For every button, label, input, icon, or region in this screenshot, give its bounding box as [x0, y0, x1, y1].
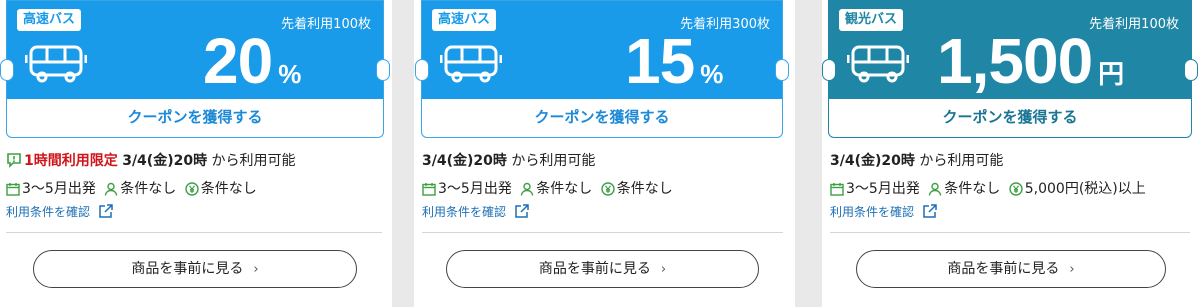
coupon-card-1: 高速バス 先着利用100枚 20% クーポンを獲得する 1時間利用限定 3/4(…	[0, 0, 392, 307]
get-coupon-button[interactable]: クーポンを獲得する	[422, 99, 782, 136]
ticket-notch-right	[775, 59, 789, 81]
calendar-icon	[830, 183, 844, 196]
person-condition: 条件なし	[536, 181, 593, 197]
bus-icon	[847, 45, 909, 83]
person-icon	[521, 182, 534, 196]
yen-icon	[601, 182, 615, 196]
category-tag: 高速バス	[17, 9, 82, 31]
availability-suffix: から利用可能	[919, 153, 1004, 169]
terms-link-label[interactable]: 利用条件を確認	[830, 205, 914, 219]
bus-icon	[440, 45, 502, 83]
view-product-button[interactable]: 商品を事前に見る ›	[446, 250, 759, 288]
discount-unit: %	[700, 59, 724, 89]
external-link-icon[interactable]	[98, 203, 114, 219]
external-link-icon[interactable]	[514, 203, 530, 219]
coupon-ticket: 観光バス 先着利用100枚 1,500 円 クーポンを獲得する	[828, 0, 1192, 138]
limited-label: 1時間利用限定	[24, 153, 118, 169]
availability-line: 1時間利用限定 3/4(金)20時 から利用可能	[6, 150, 296, 170]
person-icon	[929, 182, 942, 196]
discount-amount: 20%	[203, 29, 301, 93]
discount-unit: 円	[1098, 59, 1125, 89]
coupon-band: 高速バス 先着利用100枚 20%	[7, 1, 383, 99]
terms-link-label[interactable]: 利用条件を確認	[6, 205, 90, 219]
price-condition: 条件なし	[616, 181, 673, 197]
start-time: 3/4(金)20時	[122, 153, 208, 169]
calendar-icon	[6, 183, 20, 196]
discount-value: 20	[203, 25, 273, 97]
divider	[422, 232, 783, 233]
terms-link-label[interactable]: 利用条件を確認	[422, 205, 506, 219]
category-tag: 観光バス	[839, 9, 904, 31]
coupon-card-3: 観光バス 先着利用100枚 1,500 円 クーポンを獲得する 3/4(金)20時…	[822, 0, 1200, 307]
discount-amount: 15%	[625, 29, 723, 93]
departure-period: 3〜5月出発	[438, 181, 512, 197]
divider	[6, 232, 382, 233]
person-condition: 条件なし	[944, 181, 1001, 197]
chevron-right-icon: ›	[1069, 262, 1075, 277]
discount-value: 1,500	[937, 25, 1093, 97]
category-tag: 高速バス	[432, 9, 497, 31]
ticket-notch-left	[822, 59, 836, 81]
coupon-ticket: 高速バス 先着利用300枚 15% クーポンを獲得する	[421, 0, 783, 138]
price-condition: 5,000円(税込)以上	[1024, 181, 1146, 197]
alert-icon	[7, 153, 21, 168]
view-product-label: 商品を事前に見る	[538, 261, 651, 277]
coupon-band: 高速バス 先着利用300枚 15%	[422, 1, 782, 99]
ticket-notch-left	[415, 59, 429, 81]
external-link-icon[interactable]	[922, 203, 938, 219]
person-condition: 条件なし	[120, 181, 177, 197]
view-product-label: 商品を事前に見る	[131, 261, 244, 277]
start-time: 3/4(金)20時	[830, 153, 915, 169]
conditions-line: 3〜5月出発 条件なし 条件なし	[422, 178, 673, 198]
view-product-button[interactable]: 商品を事前に見る ›	[856, 250, 1166, 288]
availability-suffix: から利用可能	[211, 153, 296, 169]
ticket-notch-right	[376, 59, 390, 81]
coupon-band: 観光バス 先着利用100枚 1,500 円	[829, 1, 1191, 99]
terms-link[interactable]: 利用条件を確認	[422, 203, 532, 220]
yen-icon	[1009, 182, 1023, 196]
coupon-ticket: 高速バス 先着利用100枚 20% クーポンを獲得する	[6, 0, 384, 138]
get-coupon-button[interactable]: クーポンを獲得する	[7, 99, 383, 136]
price-condition: 条件なし	[200, 181, 257, 197]
availability-line: 3/4(金)20時 から利用可能	[422, 150, 595, 170]
availability-suffix: から利用可能	[511, 153, 596, 169]
start-time: 3/4(金)20時	[422, 153, 507, 169]
conditions-line: 3〜5月出発 条件なし 条件なし	[6, 178, 257, 198]
ticket-notch-right	[1184, 59, 1198, 81]
view-product-label: 商品を事前に見る	[947, 261, 1060, 277]
coupon-card-2: 高速バス 先着利用300枚 15% クーポンを獲得する 3/4(金)20時 から…	[414, 0, 795, 307]
chevron-right-icon: ›	[660, 262, 667, 277]
ticket-notch-left	[0, 59, 14, 81]
get-coupon-button[interactable]: クーポンを獲得する	[829, 99, 1191, 136]
yen-icon	[185, 182, 199, 196]
divider	[830, 232, 1190, 233]
departure-period: 3〜5月出発	[22, 181, 96, 197]
discount-amount: 1,500 円	[937, 29, 1124, 93]
terms-link[interactable]: 利用条件を確認	[830, 203, 940, 220]
calendar-icon	[422, 183, 436, 196]
chevron-right-icon: ›	[253, 262, 259, 277]
person-icon	[105, 182, 118, 196]
discount-unit: %	[278, 59, 302, 89]
bus-icon	[25, 45, 87, 83]
conditions-line: 3〜5月出発 条件なし 5,000円(税込)以上	[830, 178, 1146, 198]
departure-period: 3〜5月出発	[846, 181, 920, 197]
terms-link[interactable]: 利用条件を確認	[6, 203, 116, 220]
view-product-button[interactable]: 商品を事前に見る ›	[33, 250, 357, 288]
discount-value: 15	[625, 25, 695, 97]
availability-line: 3/4(金)20時 から利用可能	[830, 150, 1003, 170]
